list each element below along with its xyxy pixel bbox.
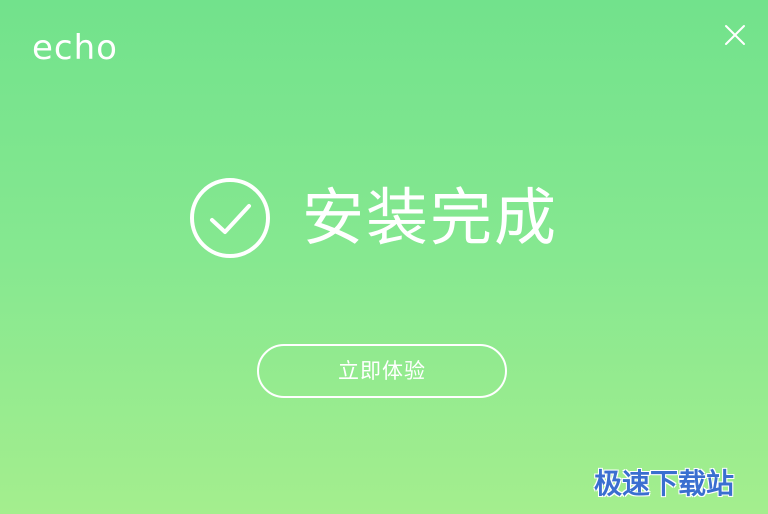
page-title: 安装完成 bbox=[302, 181, 559, 254]
installer-window: echo 安装完成 立即体验 极速下载站 bbox=[0, 0, 768, 514]
start-experience-button[interactable]: 立即体验 bbox=[257, 344, 507, 398]
install-complete-banner: 安装完成 bbox=[188, 176, 588, 260]
close-button[interactable] bbox=[720, 20, 750, 50]
close-icon bbox=[725, 25, 745, 45]
watermark-text: 极速下载站 bbox=[594, 467, 735, 500]
app-logo: echo bbox=[32, 28, 118, 68]
check-circle-icon bbox=[190, 178, 270, 258]
